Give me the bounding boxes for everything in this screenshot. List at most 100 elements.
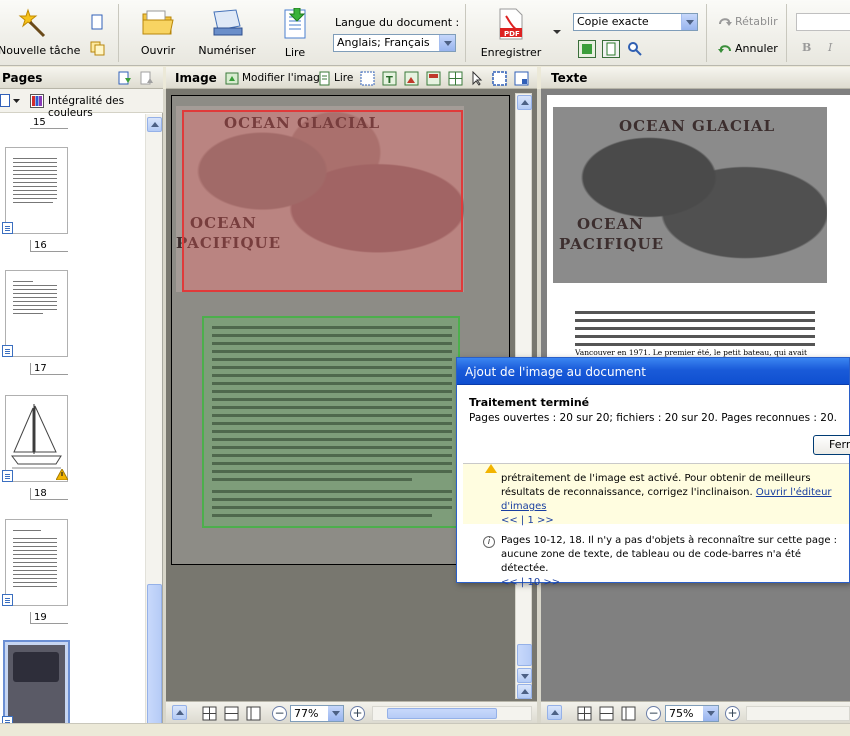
table-area-icon[interactable] xyxy=(426,71,441,86)
fit-page-icon[interactable] xyxy=(577,706,592,721)
pages-panel: Intégralité des couleurs 15 16 17 18 19 xyxy=(0,89,163,736)
warning-icon xyxy=(485,464,497,473)
dialog-summary: Pages ouvertes : 20 sur 20; fichiers : 2… xyxy=(469,412,837,424)
page-number: 17 xyxy=(30,363,68,375)
edit-image-label[interactable]: Modifier l'image xyxy=(242,72,326,84)
warning-nav-link[interactable]: << | 1 >> xyxy=(501,515,554,526)
read-document-icon xyxy=(284,7,306,39)
italic-button[interactable]: I xyxy=(828,41,832,54)
redo-label[interactable]: Rétablir xyxy=(735,15,778,28)
fit-page-icon[interactable] xyxy=(202,706,217,721)
new-task-button[interactable]: Nouvelle tâche xyxy=(0,8,80,57)
info-message-text: Pages 10-12, 18. Il n'y a pas d'objets à… xyxy=(501,534,849,590)
layout-page-icon[interactable] xyxy=(602,40,620,58)
read-page-icon[interactable] xyxy=(317,71,332,86)
layout-green-icon[interactable] xyxy=(578,40,596,58)
document-icon[interactable] xyxy=(89,14,105,30)
redo-icon[interactable] xyxy=(717,13,733,29)
color-mode-icon[interactable] xyxy=(30,94,44,108)
scroll-thumb[interactable] xyxy=(147,584,162,734)
add-image-dialog: Ajout de l'image au document Traitement … xyxy=(456,357,850,588)
picture-area-icon[interactable] xyxy=(404,71,419,86)
fit-width-icon[interactable] xyxy=(599,706,614,721)
pages-scrollbar[interactable] xyxy=(145,114,162,736)
zoom-out-button[interactable]: − xyxy=(646,706,661,721)
text-zone[interactable] xyxy=(202,316,460,528)
warning-icon xyxy=(56,469,68,480)
page-thumbnail-20-selected[interactable] xyxy=(3,640,70,732)
page-down-icon[interactable] xyxy=(117,71,132,86)
undo-label[interactable]: Annuler xyxy=(735,42,778,55)
font-select[interactable] xyxy=(796,13,850,31)
save-dropdown-icon[interactable] xyxy=(553,28,561,36)
zoom-in-button[interactable]: + xyxy=(725,706,740,721)
chevron-down-icon[interactable] xyxy=(328,706,343,721)
format-select[interactable]: Copie exacte xyxy=(573,13,698,31)
scanner-icon xyxy=(213,9,243,36)
image-hscrollbar[interactable] xyxy=(372,706,532,721)
undo-icon[interactable] xyxy=(717,40,733,56)
edit-image-icon[interactable] xyxy=(225,71,240,86)
open-button[interactable]: Ouvrir xyxy=(123,8,193,57)
scroll-up-button[interactable] xyxy=(147,117,162,132)
area-crop-icon[interactable] xyxy=(514,71,529,86)
scroll-thumb[interactable] xyxy=(517,644,532,666)
page-up-icon[interactable] xyxy=(139,71,154,86)
dialog-titlebar[interactable]: Ajout de l'image au document xyxy=(457,358,849,385)
recognized-page-icon xyxy=(2,345,13,357)
read-page-label[interactable]: Lire xyxy=(334,72,353,84)
text-hscrollbar[interactable] xyxy=(746,706,850,721)
grid-area-icon[interactable] xyxy=(448,71,463,86)
scroll-thumb[interactable] xyxy=(387,708,497,719)
ocr-ocean-text: OCEAN xyxy=(577,215,644,233)
page-up-button[interactable] xyxy=(172,705,187,720)
chevron-down-icon[interactable] xyxy=(703,706,718,721)
pages-title: Pages xyxy=(2,71,43,85)
copy-pages-icon[interactable] xyxy=(89,40,105,56)
page-thumbnail-19[interactable] xyxy=(5,519,68,606)
bold-button[interactable]: B xyxy=(802,41,811,54)
view-mode-icon[interactable] xyxy=(0,94,12,107)
actual-size-icon[interactable] xyxy=(246,706,261,721)
text-area-icon[interactable]: T xyxy=(382,71,397,86)
toolbar-separator xyxy=(465,4,466,62)
view-mode-dropdown-icon[interactable] xyxy=(13,99,20,104)
recognized-page-icon xyxy=(2,470,13,482)
chevron-down-icon[interactable] xyxy=(681,14,697,30)
info-icon: i xyxy=(483,536,495,548)
page-thumbnail-16[interactable] xyxy=(5,147,68,234)
zoom-out-button[interactable]: − xyxy=(272,706,287,721)
image-zoom-select[interactable]: 77% xyxy=(290,705,344,722)
magnifier-icon[interactable] xyxy=(627,41,643,57)
scroll-down-button[interactable] xyxy=(517,668,532,683)
fit-width-icon[interactable] xyxy=(224,706,239,721)
actual-size-icon[interactable] xyxy=(621,706,636,721)
info-text: Pages 10-12, 18. Il n'y a pas d'objets à… xyxy=(501,535,838,574)
select-area-icon[interactable] xyxy=(360,71,375,86)
save-button[interactable]: PDF Enregistrer xyxy=(476,8,546,59)
chevron-down-icon[interactable] xyxy=(439,35,455,51)
pointer-icon[interactable] xyxy=(470,71,485,86)
zoom-in-button[interactable]: + xyxy=(350,706,365,721)
scroll-up-button[interactable] xyxy=(517,95,532,110)
area-frame-icon[interactable] xyxy=(492,71,507,86)
language-value: Anglais; Français xyxy=(337,36,430,49)
read-label: Lire xyxy=(284,46,306,59)
picture-zone[interactable] xyxy=(182,110,463,292)
dialog-title: Ajout de l'image au document xyxy=(465,365,646,379)
image-panel-header: Image Modifier l'image Lire T xyxy=(166,67,537,89)
page-thumbnail-17[interactable] xyxy=(5,270,68,357)
message-log: prétraitement de l'image est activé. Pou… xyxy=(463,463,849,588)
info-nav-link[interactable]: << | 10 >> xyxy=(501,577,560,588)
text-zoom-select[interactable]: 75% xyxy=(665,705,719,722)
status-footer xyxy=(0,723,850,736)
read-button[interactable]: Lire xyxy=(260,7,330,59)
scan-button[interactable]: Numériser xyxy=(192,8,262,57)
svg-text:T: T xyxy=(386,75,393,86)
page-up-button[interactable] xyxy=(547,705,562,720)
language-select[interactable]: Anglais; Français xyxy=(333,34,456,52)
folder-icon xyxy=(142,10,174,35)
svg-text:PDF: PDF xyxy=(504,30,520,38)
scroll-page-up-button[interactable] xyxy=(517,684,532,699)
close-button[interactable]: Fermer xyxy=(813,435,850,455)
